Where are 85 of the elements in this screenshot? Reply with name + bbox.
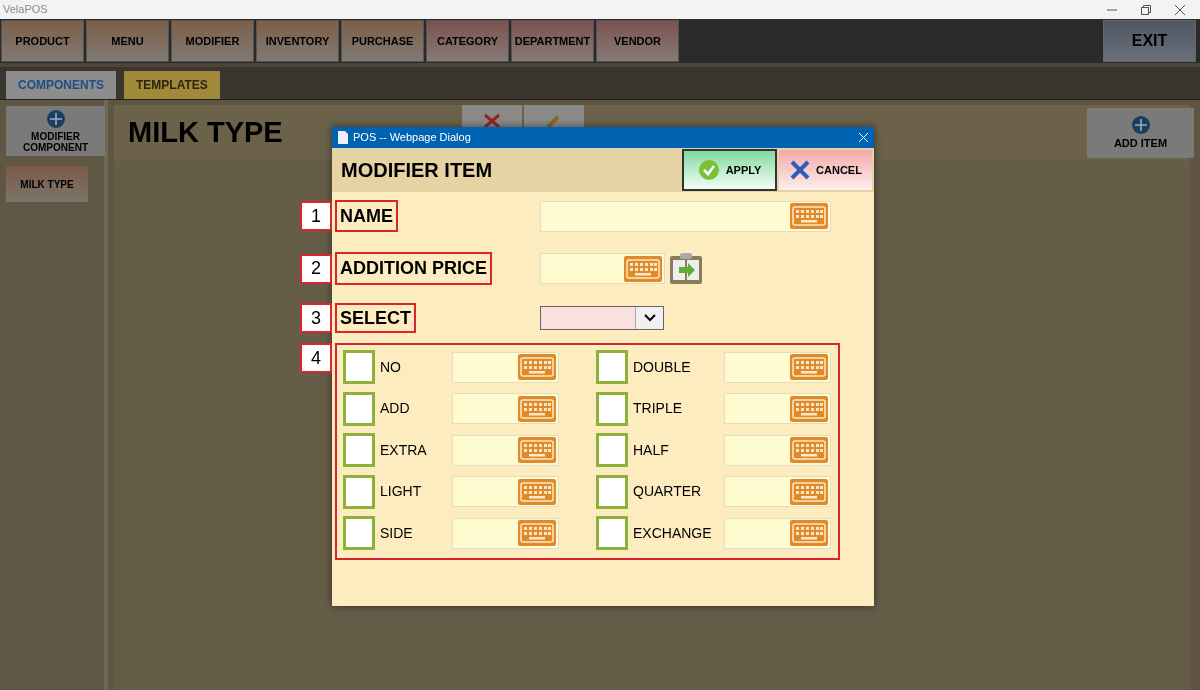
callout-number: 3 — [300, 303, 332, 333]
keyboard-icon[interactable] — [624, 255, 662, 282]
checkbox[interactable] — [343, 350, 375, 384]
option-field[interactable] — [452, 434, 559, 466]
nav-button[interactable]: PURCHASE — [341, 20, 424, 62]
add-item-button[interactable]: ADD ITEM — [1087, 108, 1194, 158]
option-label: DOUBLE — [633, 357, 692, 377]
apply-button[interactable]: APPLY — [682, 149, 777, 191]
callout-number: 1 — [300, 201, 332, 231]
restore-icon[interactable] — [1141, 4, 1151, 15]
keyboard-icon[interactable] — [518, 395, 556, 422]
keyboard-icon[interactable] — [790, 354, 828, 380]
option-label: NO — [380, 357, 402, 377]
checkbox[interactable] — [596, 474, 628, 509]
nav-button[interactable]: INVENTORY — [256, 20, 339, 62]
option-label: TRIPLE — [633, 399, 683, 418]
nav-button[interactable]: MENU — [86, 20, 169, 62]
option-field[interactable] — [724, 393, 831, 424]
checkbox[interactable] — [343, 516, 375, 550]
keyboard-icon[interactable] — [518, 354, 556, 380]
add-component-button[interactable]: MODIFIER COMPONENT — [6, 106, 105, 156]
field-label: NAME — [335, 200, 398, 232]
tab[interactable]: COMPONENTS — [6, 71, 116, 99]
sidebar-item[interactable]: MILK TYPE — [6, 166, 88, 202]
nav-button[interactable]: PRODUCT — [1, 20, 84, 62]
keyboard-icon[interactable] — [518, 520, 556, 546]
callout-number: 2 — [300, 253, 332, 284]
option-field[interactable] — [724, 351, 831, 383]
check-icon — [697, 159, 720, 181]
delete-button[interactable] — [462, 105, 522, 129]
edit-button[interactable] — [524, 105, 584, 129]
clipboard-icon[interactable] — [668, 251, 704, 286]
dialog-heading: MODIFIER ITEM — [341, 158, 494, 183]
close-icon — [483, 113, 501, 127]
keyboard-icon[interactable] — [518, 437, 556, 463]
checkbox[interactable] — [343, 433, 375, 467]
select-dropdown[interactable] — [540, 306, 664, 330]
window-title: VelaPOS — [3, 2, 48, 18]
page-title: MILK TYPE — [128, 115, 283, 151]
checkbox[interactable] — [343, 391, 375, 426]
option-label: HALF — [633, 440, 670, 460]
option-field[interactable] — [724, 517, 831, 549]
checkbox[interactable] — [596, 350, 628, 384]
plus-icon — [45, 109, 66, 129]
checkbox[interactable] — [343, 474, 375, 509]
option-label: LIGHT — [380, 482, 423, 501]
checkbox[interactable] — [596, 391, 628, 426]
pencil-icon — [546, 115, 562, 127]
keyboard-icon[interactable] — [790, 203, 828, 229]
nav-button[interactable]: MODIFIER — [171, 20, 254, 62]
nav-button[interactable]: VENDOR — [596, 20, 679, 62]
name-field[interactable] — [540, 200, 831, 232]
price-field[interactable] — [540, 253, 665, 284]
option-field[interactable] — [452, 517, 559, 549]
option-field[interactable] — [724, 476, 831, 507]
cancel-button[interactable]: CANCEL — [779, 150, 872, 190]
exit-button[interactable]: EXIT — [1103, 20, 1196, 62]
option-label: EXCHANGE — [633, 523, 713, 543]
checkbox[interactable] — [596, 516, 628, 550]
option-field[interactable] — [452, 476, 559, 507]
option-field[interactable] — [724, 434, 831, 466]
document-icon — [338, 131, 348, 144]
tab[interactable]: TEMPLATES — [124, 71, 220, 99]
option-label: SIDE — [380, 523, 414, 543]
nav-button[interactable]: CATEGORY — [426, 20, 509, 62]
option-field[interactable] — [452, 351, 559, 383]
field-label: SELECT — [335, 303, 416, 333]
option-label: QUARTER — [633, 482, 703, 501]
dialog-title: POS -- Webpage Dialog — [353, 130, 472, 146]
close-icon[interactable] — [1175, 4, 1185, 15]
keyboard-icon[interactable] — [790, 395, 828, 422]
field-label: ADDITION PRICE — [335, 252, 492, 285]
keyboard-icon[interactable] — [790, 520, 828, 546]
keyboard-icon[interactable] — [790, 478, 828, 505]
chevron-down-icon — [643, 314, 656, 322]
option-label: EXTRA — [380, 440, 428, 460]
plus-icon — [1130, 114, 1151, 135]
checkbox[interactable] — [596, 433, 628, 467]
close-icon — [789, 159, 812, 181]
keyboard-icon[interactable] — [518, 478, 556, 505]
nav-button[interactable]: DEPARTMENT — [511, 20, 594, 62]
callout-number: 4 — [300, 343, 332, 373]
option-field[interactable] — [452, 393, 559, 424]
keyboard-icon[interactable] — [790, 437, 828, 463]
option-label: ADD — [380, 399, 411, 418]
